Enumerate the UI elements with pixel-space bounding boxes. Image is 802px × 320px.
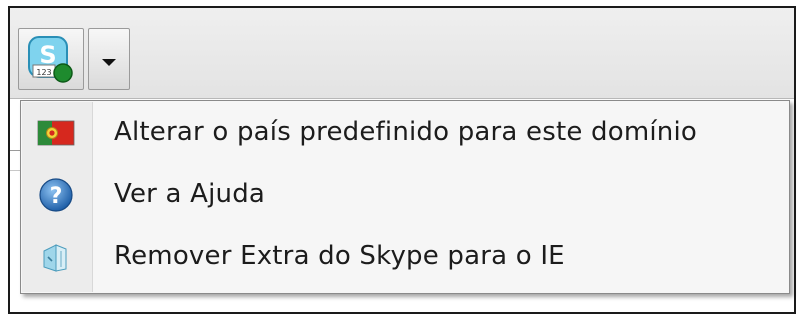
menu-item-change-country[interactable]: Alterar o país predefinido para este dom… [22, 105, 788, 161]
svg-text:?: ? [50, 184, 63, 209]
menu-item-remove-extra[interactable]: Remover Extra do Skype para o IE [22, 229, 788, 285]
menu-item-label: Remover Extra do Skype para o IE [114, 241, 565, 271]
dropdown-arrow-icon [102, 59, 116, 66]
skype-status-icon: S 123 [28, 36, 73, 83]
svg-text:123: 123 [36, 68, 51, 77]
skype-button[interactable]: S 123 [18, 28, 84, 90]
menu-item-view-help[interactable]: ? Ver a Ajuda [22, 167, 788, 223]
remove-addon-icon [43, 244, 67, 272]
help-icon: ? [39, 178, 73, 212]
menu-item-label: Ver a Ajuda [114, 179, 266, 209]
portugal-flag-icon [37, 120, 75, 146]
menu-item-label: Alterar o país predefinido para este dom… [114, 117, 697, 147]
screenshot-frame: S 123 Alterar o país predefinido para es… [0, 0, 802, 320]
skype-context-menu: Alterar o país predefinido para este dom… [20, 100, 790, 294]
skype-dropdown-button[interactable] [88, 28, 130, 90]
